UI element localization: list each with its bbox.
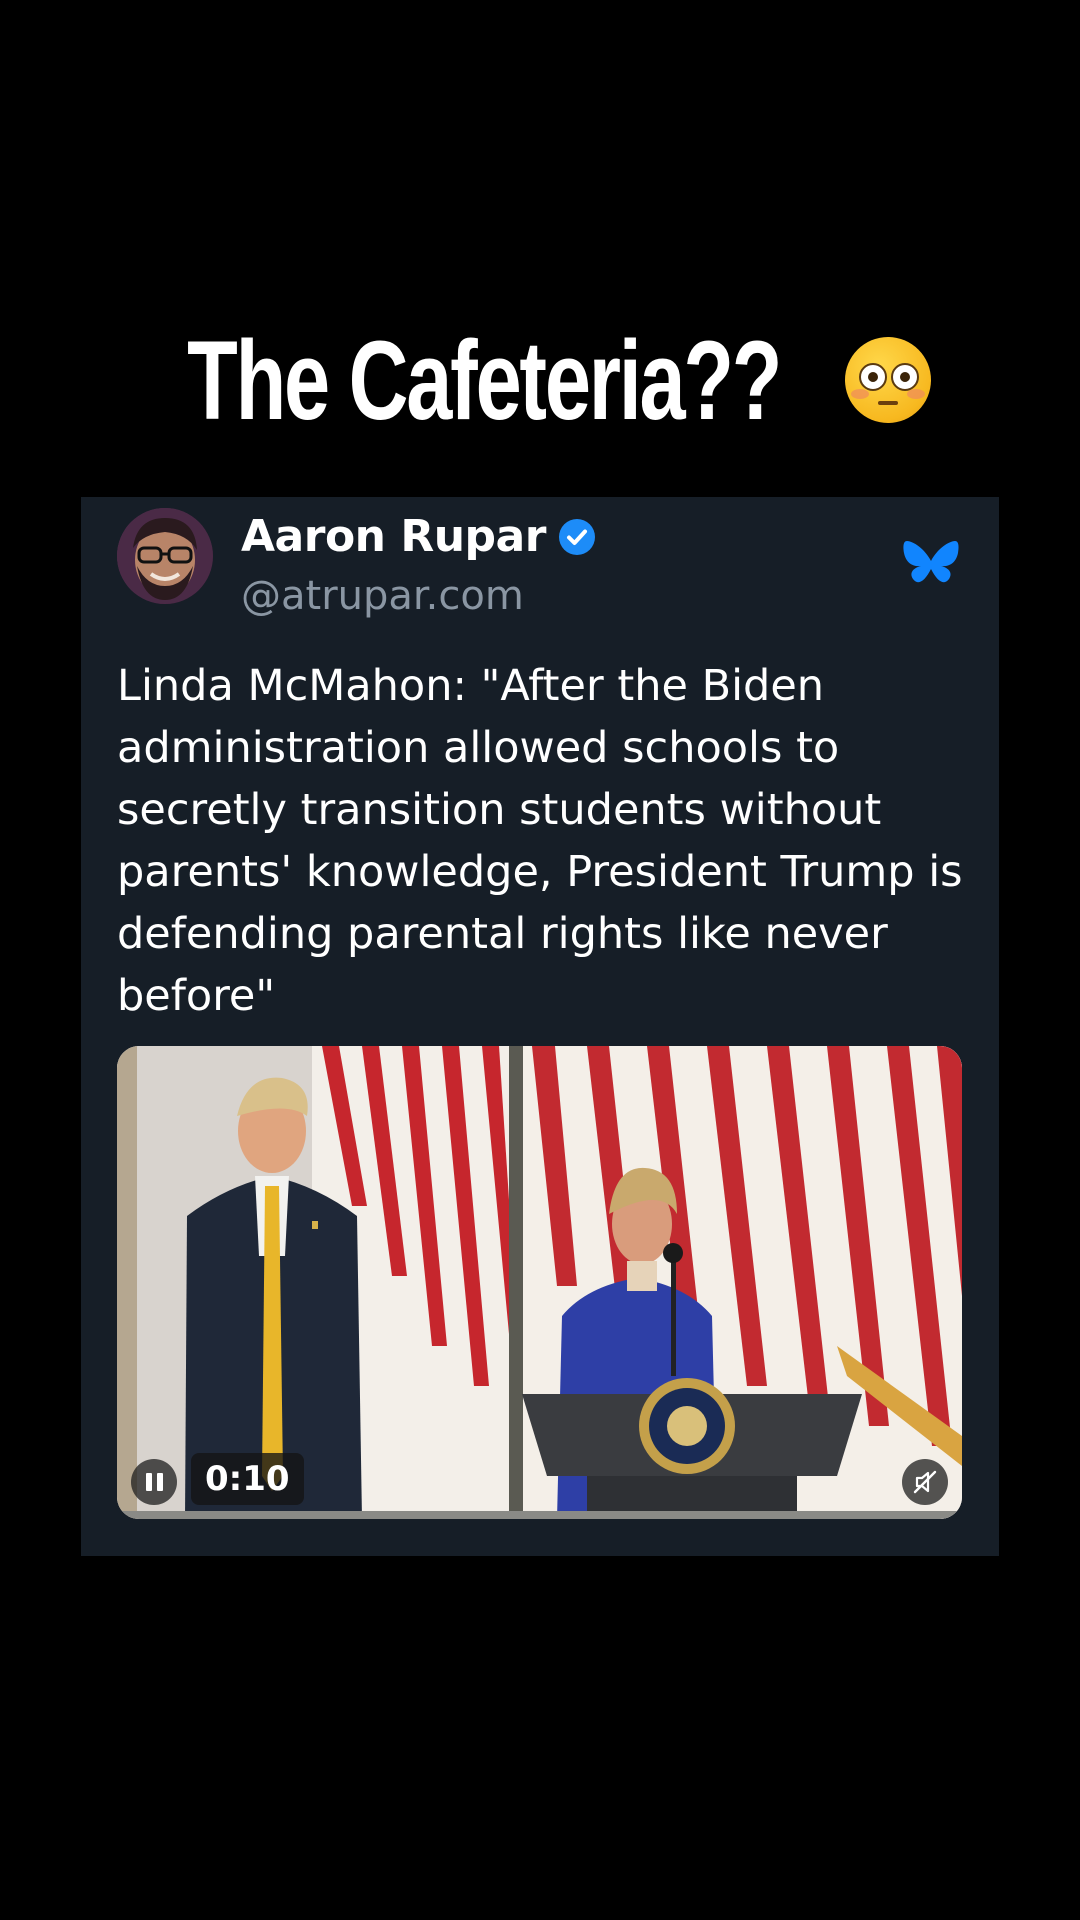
bluesky-butterfly-icon[interactable] — [903, 539, 959, 589]
mute-button[interactable] — [902, 1459, 948, 1505]
verified-check-icon — [558, 518, 595, 555]
emoji-right-eye — [890, 363, 919, 391]
elapsed-time: 0:10 — [191, 1453, 304, 1505]
author-name[interactable]: Aaron Rupar — [241, 511, 546, 562]
video-frame — [117, 1046, 962, 1519]
pause-icon-bar-right — [156, 1473, 163, 1491]
author-handle[interactable]: @atrupar.com — [241, 573, 524, 619]
post-text: Linda McMahon: "After the Biden administ… — [117, 661, 963, 1021]
pause-button[interactable] — [131, 1459, 177, 1505]
avatar-portrait — [117, 508, 213, 604]
author-name-row: Aaron Rupar — [241, 511, 596, 562]
headline: The Cafeteria?? — [0, 318, 1080, 443]
avatar[interactable] — [117, 508, 213, 604]
emoji-right-cheek — [906, 389, 925, 399]
video-player[interactable]: 0:10 — [117, 1046, 962, 1519]
emoji-mouth — [877, 401, 898, 405]
flushed-face-icon — [844, 337, 931, 423]
emoji-left-eye — [858, 363, 887, 391]
muted-speaker-icon — [913, 1470, 937, 1494]
pause-icon-bar-left — [145, 1473, 152, 1491]
headline-text: The Cafeteria?? — [187, 317, 782, 443]
emoji-left-cheek — [850, 389, 869, 399]
post-card[interactable]: Aaron Rupar @atrupar.com Linda McMahon: … — [81, 497, 999, 1556]
